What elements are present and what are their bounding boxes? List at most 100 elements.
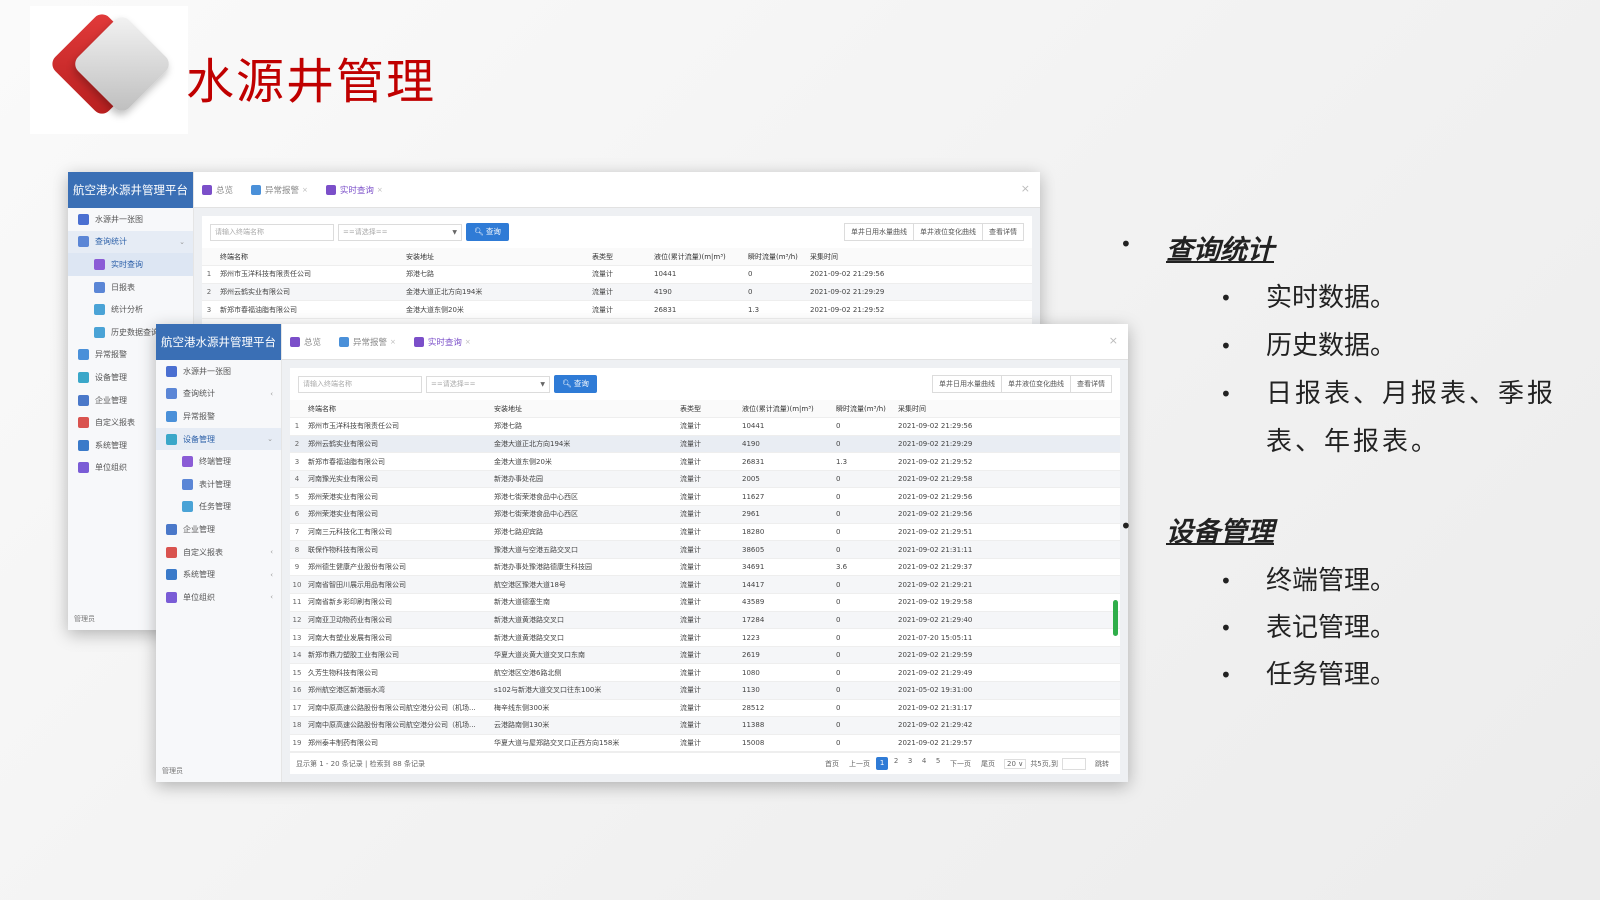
sidebar-item-label: 单位组织 [95, 463, 127, 473]
goto-button[interactable]: 跳转 [1095, 759, 1109, 769]
table-row[interactable]: 3 新郑市春福油脂有限公司 金港大道东侧20米 流量计 26831 1.3 2021-09-… [290, 452, 1120, 471]
action-button[interactable]: 单井日用水量曲线 [932, 375, 1002, 393]
sidebar-item[interactable]: 水源井一张图 [156, 360, 281, 383]
table-row[interactable]: 3 新郑市春福油脂有限公司 金港大道东侧20米 流量计 26831 1.3 2021-09-… [202, 300, 1032, 319]
table-row[interactable]: 5 郑州荣港实业有限公司 郑港七街荣港食品中心西区 流量计 11627 0 2021-09-… [290, 487, 1120, 507]
table-row[interactable]: 18 河南中原高速公路股份有限公司航空港分公司（机场... 云港路南侧130米 流量计… [290, 716, 1120, 735]
table-row[interactable]: 12 河南亚卫动物药业有限公司 新港大道黄港路交叉口 流量计 17284 0 2021-09… [290, 611, 1120, 630]
table-cell: 航空港区空港6路北侧 [490, 663, 676, 682]
sidebar-item[interactable]: 实时查询 [68, 253, 193, 276]
tab-alarm[interactable]: 异常报警 × [339, 336, 396, 348]
tab-overview[interactable]: 总览 [202, 184, 233, 196]
table-row[interactable]: 19 郑州泰丰制药有限公司 华夏大道与屋郑路交叉口正西方向158米 流量计 15008 0… [290, 734, 1120, 753]
table-cell: 金港大道正北方向194米 [402, 283, 588, 302]
tab-bar: 总览 异常报警 × 实时查询 × [282, 324, 1128, 360]
tab-realtime[interactable]: 实时查询 × [325, 184, 383, 196]
last-page-link[interactable]: 尾页 [981, 759, 995, 769]
admin-label[interactable]: 管理员 [74, 614, 95, 624]
table-row[interactable]: 1 郑州市玉洋科技有限责任公司 郑港七路 流量计 10441 0 2021-09-02 21… [202, 265, 1032, 284]
sidebar-item[interactable]: 自定义报表 ‹ [156, 541, 281, 564]
sidebar-item[interactable]: 水源井一张图 [68, 208, 193, 231]
table-row[interactable]: 2 郑州云鹤实业有限公司 金港大道正北方向194米 流量计 4190 0 2021-09-0… [202, 283, 1032, 302]
sidebar-item[interactable]: 系统管理 ‹ [156, 563, 281, 586]
terminal-name-input[interactable]: 请输入终端名称 [298, 375, 422, 393]
page-number[interactable]: 4 [918, 757, 930, 770]
table-scrollbar[interactable] [1113, 600, 1118, 636]
sidebar-item[interactable]: 日报表 [68, 276, 193, 299]
table-cell: 新港大道黄港路交叉口 [490, 628, 676, 647]
tab-bar: 总览 异常报警 × 实时查询 × [194, 172, 1040, 208]
page-number[interactable]: 2 [890, 757, 902, 770]
tab-alarm[interactable]: 异常报警 × [251, 184, 308, 196]
sidebar-item[interactable]: 企业管理 [156, 518, 281, 541]
sidebar-item[interactable]: 任务管理 [156, 496, 281, 519]
page-number[interactable]: 1 [876, 757, 889, 770]
table-cell: 流量计 [676, 699, 738, 718]
sidebar-item-label: 单位组织 [183, 592, 215, 602]
close-icon[interactable]: × [302, 186, 308, 194]
terminal-name-input[interactable]: 请输入终端名称 [210, 223, 334, 241]
table-row[interactable]: 7 河南三元科技化工有限公司 郑港七路迎宾路 流量计 18280 0 2021-09-02 … [290, 523, 1120, 542]
tab-realtime[interactable]: 实时查询 × [413, 336, 471, 348]
prev-page-link[interactable]: 上一页 [849, 759, 870, 769]
first-page-link[interactable]: 首页 [825, 759, 839, 769]
table-row[interactable]: 2 郑州云鹤实业有限公司 金港大道正北方向194米 流量计 4190 0 2021-09-0… [290, 435, 1120, 454]
realtime-icon [94, 258, 105, 270]
sidebar-item[interactable]: 设备管理 ⌄ [156, 427, 281, 451]
close-icon[interactable]: × [390, 338, 396, 346]
row-index: 2 [290, 435, 304, 454]
action-button[interactable]: 单井液位变化曲线 [1001, 375, 1071, 393]
sidebar-item[interactable]: 统计分析 [68, 298, 193, 321]
chart-icon [166, 388, 177, 400]
action-button[interactable]: 单井液位变化曲线 [913, 223, 983, 241]
close-icon[interactable]: × [377, 186, 383, 194]
table-cell: 0 [832, 505, 894, 524]
row-index: 17 [290, 699, 304, 718]
goto-page-input[interactable] [1062, 757, 1086, 770]
action-button[interactable]: 查看详情 [982, 223, 1024, 241]
table-row[interactable]: 10 河南省智田川展示用品有限公司 航空港区豫港大道18号 流量计 14417 0 2021… [290, 575, 1120, 595]
sidebar-item[interactable]: 异常报警 [156, 405, 281, 428]
type-select[interactable]: ==请选择== ▼ [338, 223, 462, 241]
close-icon[interactable]: × [1109, 334, 1118, 347]
table-row[interactable]: 14 新郑市鼎力塑胶工业有限公司 华夏大道炎黄大道交叉口东南 流量计 2619 0 2021… [290, 646, 1120, 665]
table-cell: 11627 [738, 487, 832, 507]
table-row[interactable]: 15 久芳生物科技有限公司 航空港区空港6路北侧 流量计 1080 0 2021-09-02… [290, 663, 1120, 682]
table-row[interactable]: 13 河南大有塑业发展有限公司 新港大道黄港路交叉口 流量计 1223 0 2021-07-… [290, 628, 1120, 647]
table-row[interactable]: 6 郑州荣港实业有限公司 郑港七街荣港食品中心西区 流量计 2961 0 2021-09-0… [290, 505, 1120, 524]
sidebar-item[interactable]: 查询统计 ⌄ [68, 230, 193, 254]
table-row[interactable]: 9 郑州德生健康产业股份有限公司 新港办事处豫港路德康生科技园 流量计 34691 3.6… [290, 558, 1120, 577]
table-cell: 1130 [738, 681, 832, 700]
type-select[interactable]: ==请选择== ▼ [426, 375, 550, 393]
close-icon[interactable]: × [465, 338, 471, 346]
search-button[interactable]: 🔍︎ 查询 [466, 223, 509, 241]
tab-label: 总览 [216, 185, 234, 196]
sidebar-item[interactable]: 表计管理 [156, 473, 281, 496]
tab-overview[interactable]: 总览 [290, 336, 321, 348]
page-number[interactable]: 3 [904, 757, 916, 770]
action-button[interactable]: 单井日用水量曲线 [844, 223, 914, 241]
action-button[interactable]: 查看详情 [1070, 375, 1112, 393]
row-index: 3 [290, 452, 304, 471]
close-icon[interactable]: × [1021, 182, 1030, 195]
page-size-select[interactable]: 20 ∨ [1004, 758, 1027, 769]
table-row[interactable]: 16 郑州航空港区新港丽水湾 s102与新港大道交叉口往东100米 流量计 1130 0 2… [290, 681, 1120, 700]
table-row[interactable]: 4 河南豫光实业有限公司 新港办事处花园 流量计 2005 0 2021-09-02 21:… [290, 470, 1120, 489]
row-index: 9 [290, 558, 304, 577]
table-row[interactable]: 8 联保作物科技有限公司 豫港大道与空港五路交叉口 流量计 38605 0 2021-09-… [290, 540, 1120, 559]
search-button[interactable]: 🔍︎ 查询 [554, 375, 597, 393]
next-page-link[interactable]: 下一页 [950, 759, 971, 769]
alarm-icon [78, 349, 89, 361]
sidebar-item[interactable]: 终端管理 [156, 450, 281, 473]
sidebar-item[interactable]: 单位组织 ‹ [156, 586, 281, 609]
page-number[interactable]: 5 [932, 757, 944, 770]
admin-label[interactable]: 管理员 [162, 766, 183, 776]
table-cell: 0 [744, 265, 806, 284]
table-row[interactable]: 17 河南中原高速公路股份有限公司航空港分公司（机场... 梅辛线东侧300米 流量计… [290, 699, 1120, 718]
sidebar-item[interactable]: 查询统计 ‹ [156, 383, 281, 406]
table-cell: 2021-09-02 21:29:29 [894, 435, 1120, 454]
data-table: 终端名称 安装地址 表类型 液位(累计流量)(m|m³) 瞬时流量(m³/h) 采集时间 … [202, 248, 1032, 319]
table-row[interactable]: 11 河南省新乡彩印刷有限公司 新港大道德塞生南 流量计 43589 0 2021-09-0… [290, 593, 1120, 612]
table-cell: 新港办事处花园 [490, 470, 676, 489]
table-row[interactable]: 1 郑州市玉洋科技有限责任公司 郑港七路 流量计 10441 0 2021-09-02 21… [290, 417, 1120, 436]
